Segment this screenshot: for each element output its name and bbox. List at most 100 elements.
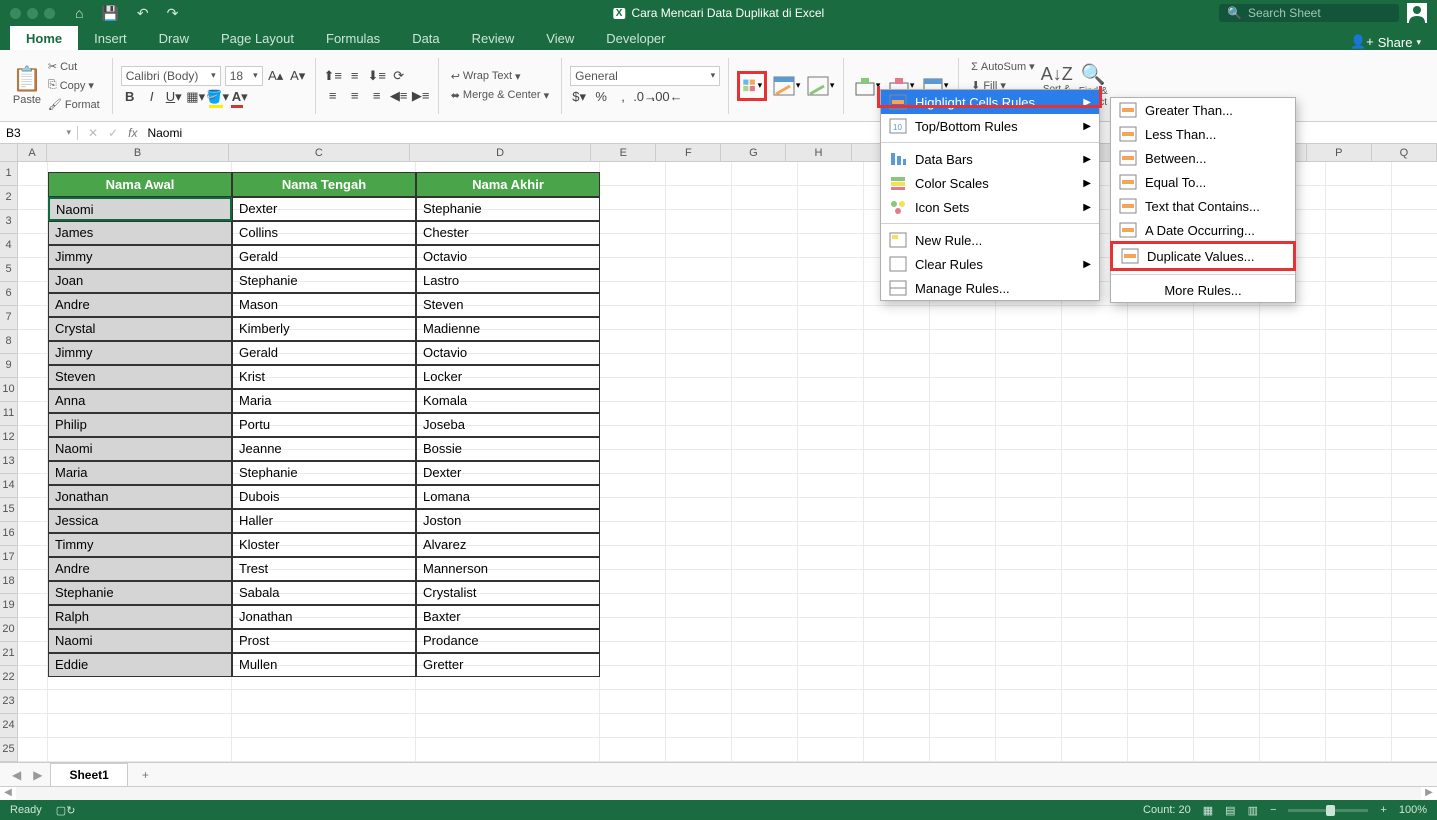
select-all-corner[interactable] bbox=[0, 144, 18, 161]
comma-icon[interactable]: , bbox=[614, 88, 632, 106]
row-header[interactable]: 2 bbox=[0, 186, 18, 210]
row-header[interactable]: 4 bbox=[0, 234, 18, 258]
tab-page-layout[interactable]: Page Layout bbox=[205, 26, 310, 50]
undo-icon[interactable]: ↶ bbox=[137, 5, 149, 22]
row-header[interactable]: 14 bbox=[0, 474, 18, 498]
table-cell[interactable]: Komala bbox=[416, 389, 600, 413]
table-cell[interactable]: Gerald bbox=[232, 245, 416, 269]
table-cell[interactable]: Kloster bbox=[232, 533, 416, 557]
menu-item-data-bars[interactable]: Data Bars▶ bbox=[881, 147, 1099, 171]
submenu-item-between-[interactable]: Between... bbox=[1111, 146, 1295, 170]
menu-item-highlight-cells-rules[interactable]: Highlight Cells Rules▶ bbox=[881, 90, 1099, 114]
table-cell[interactable]: Joston bbox=[416, 509, 600, 533]
row-header[interactable]: 8 bbox=[0, 330, 18, 354]
table-cell[interactable]: Eddie bbox=[48, 653, 232, 677]
table-cell[interactable]: Madienne bbox=[416, 317, 600, 341]
zoom-slider[interactable] bbox=[1288, 809, 1368, 812]
tab-developer[interactable]: Developer bbox=[590, 26, 681, 50]
row-header[interactable]: 21 bbox=[0, 642, 18, 666]
table-cell[interactable]: Octavio bbox=[416, 245, 600, 269]
cancel-icon[interactable]: ✕ bbox=[88, 126, 98, 140]
sheet-nav-first[interactable]: ◀ bbox=[8, 768, 25, 782]
merge-center-button[interactable]: ⬌Merge & Center ▾ bbox=[447, 87, 553, 104]
column-header[interactable]: Q bbox=[1372, 144, 1437, 161]
column-header[interactable]: G bbox=[721, 144, 786, 161]
font-size-select[interactable]: 18▾ bbox=[225, 66, 263, 86]
row-header[interactable]: 12 bbox=[0, 426, 18, 450]
number-format-select[interactable]: General▾ bbox=[570, 66, 720, 86]
align-right-icon[interactable]: ≡ bbox=[368, 87, 386, 105]
sheet-tab[interactable]: Sheet1 bbox=[50, 763, 127, 786]
submenu-item-more-rules-[interactable]: More Rules... bbox=[1111, 279, 1295, 302]
share-button[interactable]: 👤+ Share ▾ bbox=[1350, 34, 1437, 50]
table-cell[interactable]: Prodance bbox=[416, 629, 600, 653]
table-cell[interactable]: Jonathan bbox=[48, 485, 232, 509]
table-cell[interactable]: Stephanie bbox=[48, 581, 232, 605]
submenu-item-a-date-occurring-[interactable]: A Date Occurring... bbox=[1111, 218, 1295, 242]
table-cell[interactable]: Sabala bbox=[232, 581, 416, 605]
decrease-font-icon[interactable]: A▾ bbox=[289, 67, 307, 85]
font-name-select[interactable]: Calibri (Body)▾ bbox=[121, 66, 221, 86]
table-cell[interactable]: Anna bbox=[48, 389, 232, 413]
table-cell[interactable]: Bossie bbox=[416, 437, 600, 461]
table-cell[interactable]: Stephanie bbox=[232, 461, 416, 485]
save-icon[interactable]: 💾 bbox=[101, 5, 118, 22]
zoom-out-button[interactable]: − bbox=[1270, 804, 1276, 816]
macro-record-icon[interactable]: ▢↻ bbox=[56, 804, 76, 817]
view-page-layout-icon[interactable]: ▤ bbox=[1225, 804, 1235, 817]
table-cell[interactable]: Jimmy bbox=[48, 245, 232, 269]
align-center-icon[interactable]: ≡ bbox=[346, 87, 364, 105]
table-cell[interactable]: Stephanie bbox=[232, 269, 416, 293]
menu-item-new-rule-[interactable]: New Rule... bbox=[881, 228, 1099, 252]
avatar[interactable] bbox=[1407, 3, 1427, 23]
table-cell[interactable]: Jimmy bbox=[48, 341, 232, 365]
table-cell[interactable]: Octavio bbox=[416, 341, 600, 365]
column-header[interactable]: C bbox=[229, 144, 410, 161]
table-cell[interactable]: Joseba bbox=[416, 413, 600, 437]
paste-button[interactable]: 📋 Paste bbox=[12, 65, 42, 106]
align-middle-icon[interactable]: ≡ bbox=[346, 67, 364, 85]
bold-button[interactable]: B bbox=[121, 88, 139, 106]
increase-indent-icon[interactable]: ▶≡ bbox=[412, 87, 430, 105]
view-page-break-icon[interactable]: ▥ bbox=[1248, 804, 1258, 817]
row-header[interactable]: 24 bbox=[0, 714, 18, 738]
table-cell[interactable]: Trest bbox=[232, 557, 416, 581]
row-header[interactable]: 19 bbox=[0, 594, 18, 618]
table-cell[interactable]: Steven bbox=[48, 365, 232, 389]
border-button[interactable]: ▦▾ bbox=[187, 88, 205, 106]
percent-icon[interactable]: % bbox=[592, 88, 610, 106]
fx-icon[interactable]: fx bbox=[128, 126, 137, 140]
redo-icon[interactable]: ↷ bbox=[167, 5, 179, 22]
table-cell[interactable]: Haller bbox=[232, 509, 416, 533]
menu-item-icon-sets[interactable]: Icon Sets▶ bbox=[881, 195, 1099, 219]
tab-home[interactable]: Home bbox=[10, 26, 78, 50]
search-input[interactable]: 🔍 Search Sheet bbox=[1219, 4, 1399, 22]
confirm-icon[interactable]: ✓ bbox=[108, 126, 118, 140]
table-cell[interactable]: Crystalist bbox=[416, 581, 600, 605]
row-header[interactable]: 9 bbox=[0, 354, 18, 378]
submenu-item-greater-than-[interactable]: Greater Than... bbox=[1111, 98, 1295, 122]
menu-item-clear-rules[interactable]: Clear Rules▶ bbox=[881, 252, 1099, 276]
column-header[interactable]: E bbox=[591, 144, 656, 161]
menu-item-top-bottom-rules[interactable]: 10Top/Bottom Rules▶ bbox=[881, 114, 1099, 138]
copy-button[interactable]: ⎘Copy ▾ bbox=[44, 77, 104, 94]
table-cell[interactable]: Chester bbox=[416, 221, 600, 245]
column-header[interactable]: F bbox=[656, 144, 721, 161]
cut-button[interactable]: ✂Cut bbox=[44, 58, 104, 75]
submenu-item-text-that-contains-[interactable]: Text that Contains... bbox=[1111, 194, 1295, 218]
row-header[interactable]: 6 bbox=[0, 282, 18, 306]
table-cell[interactable]: Dexter bbox=[232, 197, 416, 221]
table-cell[interactable]: Kimberly bbox=[232, 317, 416, 341]
home-icon[interactable]: ⌂ bbox=[75, 5, 83, 21]
table-cell[interactable]: James bbox=[48, 221, 232, 245]
table-cell[interactable]: Collins bbox=[232, 221, 416, 245]
table-cell[interactable]: Lastro bbox=[416, 269, 600, 293]
row-header[interactable]: 17 bbox=[0, 546, 18, 570]
tab-review[interactable]: Review bbox=[456, 26, 531, 50]
cell-styles-button[interactable]: ▾ bbox=[805, 71, 835, 101]
table-cell[interactable]: Prost bbox=[232, 629, 416, 653]
row-header[interactable]: 11 bbox=[0, 402, 18, 426]
decrease-decimal-icon[interactable]: .00← bbox=[658, 88, 676, 106]
view-normal-icon[interactable]: ▦ bbox=[1203, 804, 1213, 817]
name-box[interactable]: B3▾ bbox=[0, 126, 78, 140]
